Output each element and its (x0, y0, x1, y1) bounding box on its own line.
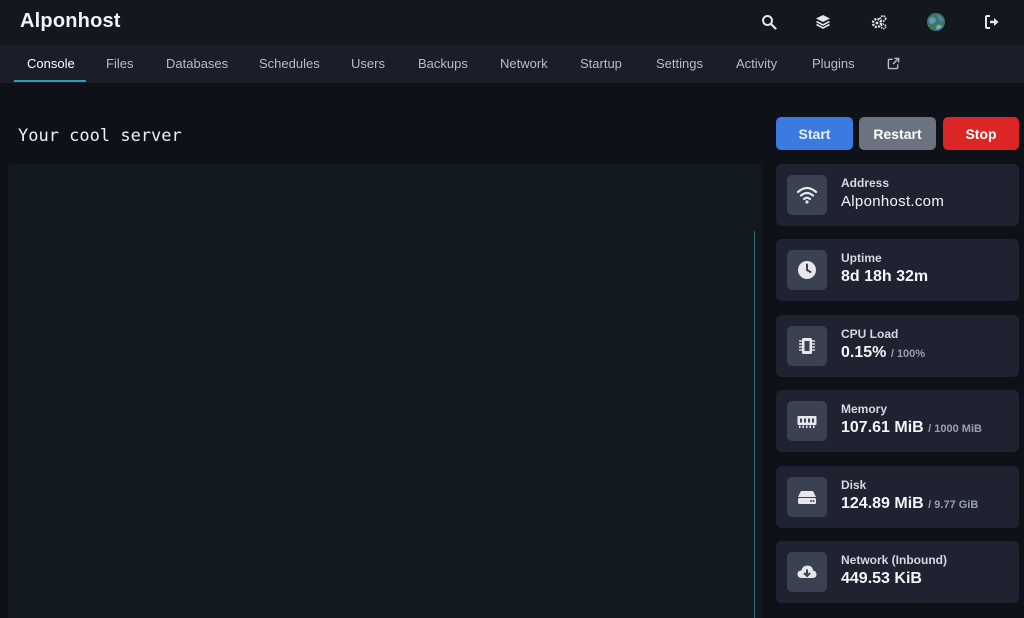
tab-schedules[interactable]: Schedules (259, 45, 320, 83)
tab-plugins[interactable]: Plugins (812, 45, 855, 83)
memory-icon (787, 401, 827, 441)
stat-limit: / 1000 MiB (928, 423, 982, 435)
tab-files[interactable]: Files (106, 45, 133, 83)
tab-startup[interactable]: Startup (580, 45, 622, 83)
stat-card-uptime: Uptime 8d 18h 32m (776, 239, 1019, 301)
stat-label: CPU Load (841, 327, 899, 341)
stat-label: Memory (841, 402, 888, 416)
avatar[interactable] (926, 12, 946, 32)
clock-icon (787, 250, 827, 290)
tab-network[interactable]: Network (500, 45, 548, 83)
console-terminal[interactable] (8, 164, 762, 618)
stat-card-network-inbound: Network (Inbound) 449.53 KiB (776, 541, 1019, 603)
top-bar: Alponhost (0, 0, 1024, 45)
external-link-icon[interactable] (887, 57, 900, 71)
stat-label: Address (841, 176, 890, 190)
stat-card-disk: Disk 124.89 MiB / 9.77 GiB (776, 466, 1019, 528)
stat-value: 0.15% / 100% (841, 344, 926, 361)
gears-icon[interactable] (869, 12, 889, 32)
stat-limit: / 100% (890, 348, 926, 360)
stat-label: Disk (841, 478, 867, 492)
stat-value: Alponhost.com (841, 193, 945, 210)
stat-value: 124.89 MiB / 9.77 GiB (841, 495, 979, 512)
tab-console[interactable]: Console (27, 45, 75, 83)
tab-databases[interactable]: Databases (166, 45, 228, 83)
page-title: Your cool server (18, 126, 182, 146)
active-tab-indicator (14, 80, 86, 82)
stat-label: Network (Inbound) (841, 553, 947, 567)
tab-users[interactable]: Users (351, 45, 385, 83)
cloud-download-icon (787, 552, 827, 592)
stat-value: 449.53 KiB (841, 570, 922, 587)
stat-label: Uptime (841, 251, 882, 265)
stat-card-cpu: CPU Load 0.15% / 100% (776, 315, 1019, 377)
logout-icon[interactable] (982, 12, 1002, 32)
stat-limit: / 9.77 GiB (928, 499, 979, 511)
stat-card-address: Address Alponhost.com (776, 164, 1019, 226)
search-icon[interactable] (759, 12, 779, 32)
layers-icon[interactable] (813, 12, 833, 32)
start-button[interactable]: Start (776, 117, 853, 150)
tab-activity[interactable]: Activity (736, 45, 777, 83)
server-nav: Console Files Databases Schedules Users … (0, 45, 1024, 83)
stat-card-memory: Memory 107.61 MiB / 1000 MiB (776, 390, 1019, 452)
stat-value: 107.61 MiB / 1000 MiB (841, 419, 982, 436)
console-scrollbar[interactable] (754, 231, 755, 618)
cpu-icon (787, 326, 827, 366)
stop-button[interactable]: Stop (943, 117, 1019, 150)
tab-settings[interactable]: Settings (656, 45, 703, 83)
restart-button[interactable]: Restart (859, 117, 936, 150)
tab-backups[interactable]: Backups (418, 45, 468, 83)
wifi-icon (787, 175, 827, 215)
hdd-icon (787, 477, 827, 517)
app-title[interactable]: Alponhost (20, 10, 121, 33)
stat-value: 8d 18h 32m (841, 268, 929, 285)
